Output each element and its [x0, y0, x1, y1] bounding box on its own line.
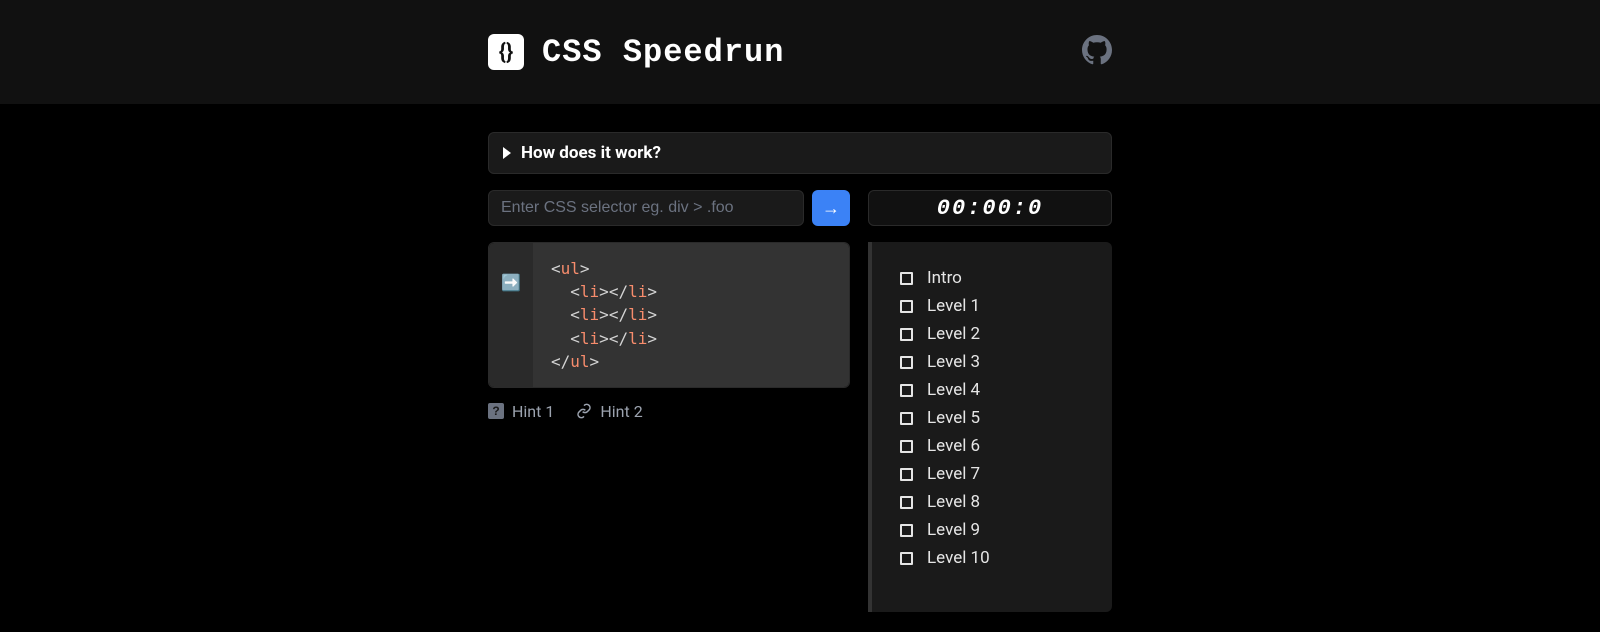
level-item[interactable]: Level 3 — [900, 348, 1084, 376]
checkbox-icon — [900, 356, 913, 369]
level-label: Level 6 — [927, 436, 980, 456]
level-item[interactable]: Level 8 — [900, 488, 1084, 516]
checkbox-icon — [900, 468, 913, 481]
checkbox-icon — [900, 272, 913, 285]
level-label: Level 10 — [927, 548, 990, 568]
level-item[interactable]: Level 6 — [900, 432, 1084, 460]
question-icon: ? — [488, 403, 504, 419]
disclosure-triangle-icon — [503, 147, 511, 159]
logo-icon: {} — [488, 34, 524, 70]
level-label: Level 1 — [927, 296, 980, 316]
level-item[interactable]: Level 9 — [900, 516, 1084, 544]
hint-label: Hint 1 — [512, 402, 554, 421]
checkbox-icon — [900, 440, 913, 453]
code-gutter: ➡️ — [489, 243, 533, 387]
checkbox-icon — [900, 328, 913, 341]
code-body: <ul> <li></li> <li></li> <li></li></ul> — [533, 243, 849, 387]
app-header: {} CSS Speedrun — [0, 0, 1600, 104]
level-label: Intro — [927, 268, 962, 288]
level-item[interactable]: Level 1 — [900, 292, 1084, 320]
checkbox-icon — [900, 496, 913, 509]
level-item[interactable]: Level 7 — [900, 460, 1084, 488]
level-item[interactable]: Level 2 — [900, 320, 1084, 348]
hint-2[interactable]: Hint 2 — [576, 402, 642, 421]
checkbox-icon — [900, 412, 913, 425]
pointer-icon: ➡️ — [501, 273, 521, 292]
level-label: Level 9 — [927, 520, 980, 540]
level-label: Level 8 — [927, 492, 980, 512]
level-label: Level 4 — [927, 380, 980, 400]
github-link[interactable] — [1082, 35, 1112, 69]
how-it-works-toggle[interactable]: How does it work? — [488, 132, 1112, 174]
level-label: Level 3 — [927, 352, 980, 372]
levels-panel: Intro Level 1 Level 2 Level 3 Level 4 Level 5… — [868, 242, 1112, 612]
level-item[interactable]: Level 5 — [900, 404, 1084, 432]
level-label: Level 5 — [927, 408, 980, 428]
link-icon — [576, 403, 592, 419]
level-item[interactable]: Level 4 — [900, 376, 1084, 404]
submit-button[interactable]: → — [812, 190, 850, 226]
hints-row: ? Hint 1 Hint 2 — [488, 402, 850, 421]
github-icon — [1082, 35, 1112, 69]
checkbox-icon — [900, 552, 913, 565]
main-content: How does it work? → 00:00:0 ➡️ <ul> <li>… — [488, 104, 1112, 612]
svg-text:?: ? — [492, 404, 499, 418]
level-item[interactable]: Intro — [900, 264, 1084, 292]
hint-label: Hint 2 — [600, 402, 642, 421]
level-label: Level 2 — [927, 324, 980, 344]
app-title: CSS Speedrun — [542, 34, 784, 71]
checkbox-icon — [900, 524, 913, 537]
level-label: Level 7 — [927, 464, 980, 484]
checkbox-icon — [900, 384, 913, 397]
selector-input[interactable] — [488, 190, 804, 226]
arrow-right-icon: → — [822, 198, 840, 219]
level-item[interactable]: Level 10 — [900, 544, 1084, 572]
brand: {} CSS Speedrun — [488, 34, 784, 71]
how-it-works-label: How does it work? — [521, 143, 661, 163]
checkbox-icon — [900, 300, 913, 313]
code-panel: ➡️ <ul> <li></li> <li></li> <li></li></u… — [488, 242, 850, 388]
timer-display: 00:00:0 — [868, 190, 1112, 226]
hint-1[interactable]: ? Hint 1 — [488, 402, 554, 421]
